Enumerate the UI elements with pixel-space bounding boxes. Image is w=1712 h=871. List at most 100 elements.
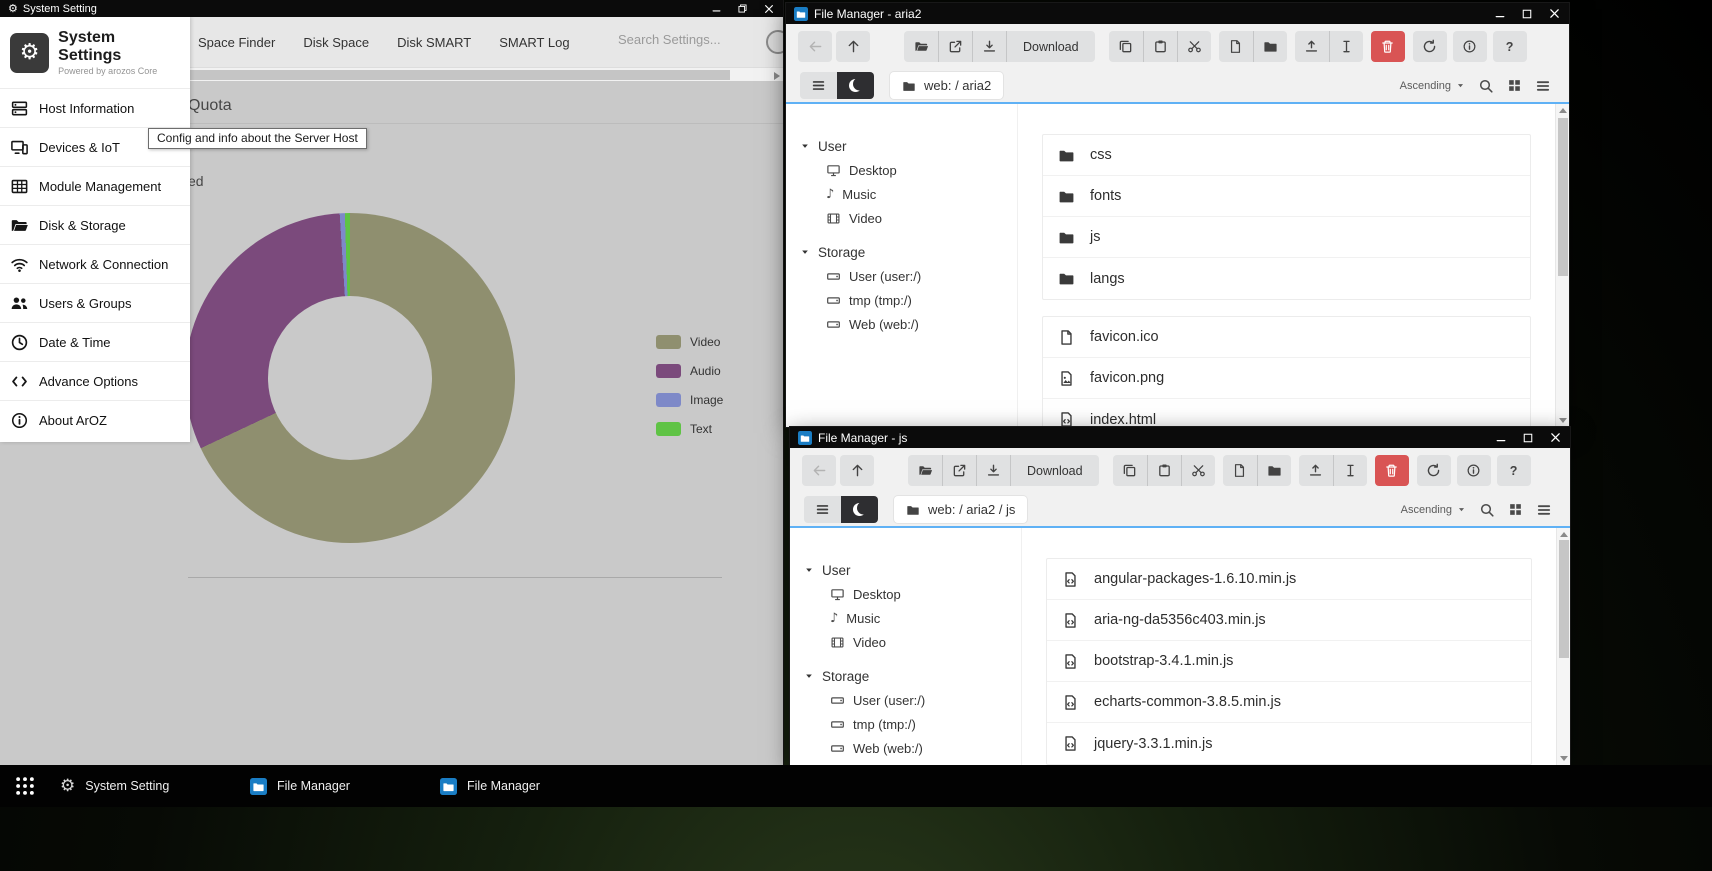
breadcrumb[interactable]: web: / aria2 / js — [894, 496, 1027, 523]
close-button[interactable] — [1548, 7, 1561, 20]
refresh-button[interactable] — [1417, 455, 1451, 486]
vertical-scrollbar-thumb[interactable] — [1559, 540, 1569, 658]
tree-item-user-drive[interactable]: User (user:/) — [826, 264, 1017, 288]
download-icon-button[interactable] — [972, 31, 1006, 62]
cut-button[interactable] — [1181, 455, 1215, 486]
file-row-favicon-png[interactable]: favicon.png — [1043, 358, 1530, 399]
delete-button[interactable] — [1371, 31, 1405, 62]
file-row-index-html[interactable]: index.html — [1043, 399, 1530, 427]
tree-item-user-drive[interactable]: User (user:/) — [830, 688, 1021, 712]
folder-row-langs[interactable]: langs — [1043, 258, 1530, 299]
scroll-right-arrow-icon[interactable] — [774, 72, 780, 80]
rename-button[interactable] — [1329, 31, 1363, 62]
paste-button[interactable] — [1143, 31, 1177, 62]
legend-item-audio[interactable]: Audio — [656, 364, 723, 378]
sidebar-item-advance-options[interactable]: Advance Options — [0, 361, 190, 400]
download-button[interactable]: Download — [1006, 31, 1095, 62]
download-icon-button[interactable] — [976, 455, 1010, 486]
sort-order-dropdown[interactable]: Ascending — [1401, 504, 1466, 516]
taskbar-item-system-setting[interactable]: ⚙ System Setting — [60, 776, 250, 796]
help-button[interactable]: ? — [1493, 31, 1527, 62]
download-button[interactable]: Download — [1010, 455, 1099, 486]
delete-button[interactable] — [1375, 455, 1409, 486]
breadcrumb[interactable]: web: / aria2 — [890, 72, 1003, 99]
tree-item-music[interactable]: ♪ Music — [826, 182, 1017, 206]
tree-item-web-drive[interactable]: Web (web:/) — [830, 736, 1021, 760]
rename-button[interactable] — [1333, 455, 1367, 486]
folder-row-js[interactable]: js — [1043, 217, 1530, 258]
minimize-button[interactable] — [1495, 432, 1507, 444]
tab-disk-space[interactable]: Disk Space — [303, 35, 369, 50]
tree-section-user[interactable]: User — [804, 558, 1021, 582]
list-view-button[interactable] — [1536, 502, 1552, 518]
maximize-button[interactable] — [1522, 432, 1534, 444]
folder-row-css[interactable]: css — [1043, 135, 1530, 176]
tree-item-music[interactable]: ♪ Music — [830, 606, 1021, 630]
file-row-bootstrap[interactable]: bootstrap-3.4.1.min.js — [1047, 641, 1531, 682]
search-icon[interactable] — [1479, 502, 1495, 518]
properties-button[interactable] — [1453, 31, 1487, 62]
file-row-favicon-ico[interactable]: favicon.ico — [1043, 317, 1530, 358]
upload-button[interactable] — [1295, 31, 1329, 62]
tree-item-web-drive[interactable]: Web (web:/) — [826, 312, 1017, 336]
system-settings-titlebar[interactable]: ⚙ System Setting — [0, 0, 783, 17]
paste-button[interactable] — [1147, 455, 1181, 486]
back-button[interactable] — [798, 31, 832, 62]
copy-button[interactable] — [1109, 31, 1143, 62]
grid-view-button[interactable] — [1507, 78, 1522, 93]
refresh-button[interactable] — [1413, 31, 1447, 62]
grid-view-button[interactable] — [1508, 502, 1523, 517]
legend-item-text[interactable]: Text — [656, 422, 723, 436]
open-in-new-window-button[interactable] — [942, 455, 976, 486]
tree-item-desktop[interactable]: Desktop — [830, 582, 1021, 606]
taskbar-item-file-manager-2[interactable]: File Manager — [440, 778, 630, 795]
dark-mode-button[interactable] — [837, 72, 874, 99]
sidebar-item-disk-storage[interactable]: Disk & Storage — [0, 205, 190, 244]
sidebar-item-about-aroz[interactable]: About ArOZ — [0, 400, 190, 439]
scroll-down-arrow-icon[interactable] — [1560, 756, 1568, 761]
sidebar-item-module-management[interactable]: Module Management — [0, 166, 190, 205]
vertical-scrollbar[interactable] — [1555, 104, 1569, 427]
sort-order-dropdown[interactable]: Ascending — [1400, 80, 1465, 92]
minimize-button[interactable] — [711, 3, 722, 14]
tree-item-tmp-drive[interactable]: tmp (tmp:/) — [830, 712, 1021, 736]
vertical-scrollbar-thumb[interactable] — [1558, 118, 1568, 276]
new-file-button[interactable] — [1219, 31, 1253, 62]
vertical-scrollbar[interactable] — [1556, 528, 1570, 765]
tab-smart-log[interactable]: SMART Log — [499, 35, 569, 50]
file-row-jquery[interactable]: jquery-3.3.1.min.js — [1047, 723, 1531, 764]
tree-section-user[interactable]: User — [800, 134, 1017, 158]
maximize-button[interactable] — [1521, 8, 1533, 20]
settings-search-input[interactable] — [618, 32, 753, 47]
open-folder-button[interactable] — [904, 31, 938, 62]
sidebar-item-host-information[interactable]: Host Information — [0, 88, 190, 127]
new-folder-button[interactable] — [1253, 31, 1287, 62]
help-button[interactable]: ? — [1497, 455, 1531, 486]
folder-row-fonts[interactable]: fonts — [1043, 176, 1530, 217]
sidebar-item-date-time[interactable]: Date & Time — [0, 322, 190, 361]
tab-disk-smart[interactable]: Disk SMART — [397, 35, 471, 50]
tree-item-desktop[interactable]: Desktop — [826, 158, 1017, 182]
file-row-angular[interactable]: angular-packages-1.6.10.min.js — [1047, 559, 1531, 600]
cut-button[interactable] — [1177, 31, 1211, 62]
upload-button[interactable] — [1299, 455, 1333, 486]
menu-button[interactable] — [804, 496, 841, 523]
up-button[interactable] — [836, 31, 870, 62]
open-in-new-window-button[interactable] — [938, 31, 972, 62]
list-view-button[interactable] — [1535, 78, 1551, 94]
app-launcher-button[interactable] — [8, 769, 42, 803]
restore-button[interactable] — [737, 3, 748, 14]
tree-item-tmp-drive[interactable]: tmp (tmp:/) — [826, 288, 1017, 312]
tab-space-finder[interactable]: Space Finder — [198, 35, 275, 50]
menu-button[interactable] — [800, 72, 837, 99]
properties-button[interactable] — [1457, 455, 1491, 486]
scroll-down-arrow-icon[interactable] — [1559, 418, 1567, 423]
tree-item-video[interactable]: Video — [826, 206, 1017, 230]
nav-scroll-circle-button[interactable] — [766, 30, 783, 54]
back-button[interactable] — [802, 455, 836, 486]
taskbar-item-file-manager-1[interactable]: File Manager — [250, 778, 440, 795]
minimize-button[interactable] — [1494, 8, 1506, 20]
sidebar-item-users-groups[interactable]: Users & Groups — [0, 283, 190, 322]
horizontal-scrollbar[interactable] — [190, 67, 783, 81]
file-manager-titlebar[interactable]: File Manager - aria2 — [786, 3, 1569, 24]
